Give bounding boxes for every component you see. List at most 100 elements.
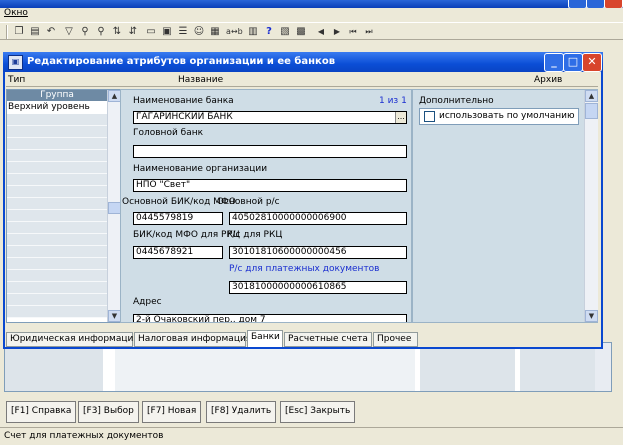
background-grid-column	[115, 343, 416, 391]
first-icon[interactable]: ⏮	[346, 25, 360, 39]
minimize-button[interactable]: _	[544, 53, 564, 72]
toolbar: ❐ ▤ ↶ ▽ ⚲ ⚲ ⇅ ⇵ ▭ ▣ ☰ ☺ ▦ a↔b ▥ ? ▧ ▩ ◀ …	[0, 22, 623, 40]
list-item	[7, 306, 107, 318]
main-account-field[interactable]: 40502810000000006900	[229, 212, 407, 225]
dialog-app-icon: ▣	[8, 55, 23, 70]
list-item	[7, 186, 107, 198]
background-grid	[4, 342, 612, 392]
status-text: Счет для платежных документов	[4, 431, 164, 441]
list-item	[7, 282, 107, 294]
background-grid-column	[420, 343, 516, 391]
tab-tax[interactable]: Налоговая информация	[134, 332, 251, 347]
list-item	[7, 150, 107, 162]
list-item	[7, 222, 107, 234]
bik-field[interactable]: 0445579819	[133, 212, 223, 225]
help-button[interactable]: [F1] Справка	[6, 401, 77, 423]
export-icon[interactable]: ▧	[278, 25, 292, 39]
search-folder-icon[interactable]: ▣	[160, 25, 174, 39]
group-list-header: Группа	[7, 90, 107, 101]
open-folder-icon[interactable]: ▭	[144, 25, 158, 39]
app-title-bar	[0, 0, 623, 8]
additional-scrollbar[interactable]: ▲ ▼	[584, 90, 598, 322]
column-header: Тип Название Архив	[6, 74, 598, 87]
background-grid-column	[5, 343, 104, 391]
column-name[interactable]: Название	[178, 75, 223, 85]
filter-icon[interactable]: ▽	[62, 25, 76, 39]
rkc-account-field[interactable]: 30101810600000000456	[229, 246, 407, 259]
bank-name-label: Наименование банка	[133, 96, 234, 106]
undo-icon[interactable]: ↶	[44, 25, 58, 39]
help-icon[interactable]: ?	[262, 25, 276, 39]
column-archive[interactable]: Архив	[534, 75, 562, 85]
find-icon[interactable]: ⚲	[78, 25, 92, 39]
address-label: Адрес	[133, 297, 162, 307]
table-icon[interactable]: ▦	[208, 25, 222, 39]
dialog-title: Редактирование атрибутов организации и е…	[27, 56, 336, 67]
tab-banks[interactable]: Банки	[247, 330, 283, 347]
additional-label: Дополнительно	[419, 96, 494, 106]
scroll-thumb[interactable]	[585, 103, 598, 119]
toolbar-separator	[6, 25, 8, 39]
head-bank-label: Головной банк	[133, 128, 204, 138]
dialog-title-bar[interactable]: ▣ Редактирование атрибутов организации и…	[3, 52, 603, 72]
list-item	[7, 138, 107, 150]
paste-icon[interactable]: ▤	[28, 25, 42, 39]
main-account-label: Основной р/с	[217, 197, 280, 207]
org-name-label: Наименование организации	[133, 164, 268, 174]
scroll-up-icon[interactable]: ▲	[585, 90, 598, 102]
scroll-down-icon[interactable]: ▼	[585, 310, 598, 322]
group-list-item[interactable]: Верхний уровень	[7, 102, 108, 113]
tab-other[interactable]: Прочее	[373, 332, 418, 347]
column-type[interactable]: Тип	[8, 75, 25, 85]
delete-button[interactable]: [F8] Удалить	[206, 401, 277, 423]
list-icon[interactable]: ☰	[176, 25, 190, 39]
sort-desc-icon[interactable]: ⇵	[126, 25, 140, 39]
maximize-button[interactable]: □	[563, 53, 583, 72]
grid-icon[interactable]: ▩	[294, 25, 308, 39]
rkc-bik-field[interactable]: 0445678921	[133, 246, 223, 259]
sort-asc-icon[interactable]: ⇅	[110, 25, 124, 39]
close-button[interactable]: ✕	[582, 53, 602, 72]
calculator-icon[interactable]: ▥	[246, 25, 260, 39]
function-key-bar: [F1] Справка [F3] Выбор [F7] Новая [F8] …	[4, 401, 612, 423]
smiley-icon[interactable]: ☺	[192, 25, 206, 39]
list-item	[7, 210, 107, 222]
list-item	[7, 258, 107, 270]
record-counter: 1 из 1	[379, 96, 407, 106]
next-icon[interactable]: ▶	[330, 25, 344, 39]
address-field[interactable]: 2-й Очаковский пер., дом 7	[133, 314, 407, 322]
head-bank-field[interactable]	[133, 145, 407, 158]
status-bar: Счет для платежных документов	[0, 427, 623, 445]
bank-name-field[interactable]: ГАГАРИНСКИЙ БАНК	[133, 111, 407, 124]
list-item	[7, 198, 107, 210]
group-list[interactable]: Группа Верхний уровень ▲ ▼	[6, 89, 121, 323]
group-list-scrollbar[interactable]: ▲ ▼	[107, 90, 121, 322]
tab-accounts[interactable]: Расчетные счета	[284, 332, 372, 347]
close-dialog-button[interactable]: [Esc] Закрыть	[280, 401, 356, 423]
app-close-button[interactable]	[604, 0, 623, 8]
ellipsis-button[interactable]: ...	[395, 112, 406, 123]
replace-icon[interactable]: a↔b	[226, 25, 243, 39]
list-item	[7, 162, 107, 174]
background-grid-column	[520, 343, 596, 391]
menu-window[interactable]: Окно	[4, 8, 28, 18]
new-button[interactable]: [F7] Новая	[142, 401, 202, 423]
prev-icon[interactable]: ◀	[314, 25, 328, 39]
rkc-bik-label: БИК/код МФО для РКЦ	[133, 230, 240, 240]
use-default-checkbox[interactable]	[424, 111, 435, 122]
rkc-account-label: Р/с для РКЦ	[227, 230, 283, 240]
app-maximize-button[interactable]	[586, 0, 605, 8]
select-button[interactable]: [F3] Выбор	[78, 401, 139, 423]
menubar: Окно	[0, 8, 623, 20]
background-scrollbar[interactable]	[595, 343, 611, 391]
copy-icon[interactable]: ❐	[12, 25, 26, 39]
tab-bar: Юридическая информация Налоговая информа…	[6, 330, 598, 347]
last-icon[interactable]: ⏭	[362, 25, 376, 39]
tab-legal[interactable]: Юридическая информация	[6, 332, 139, 347]
list-item	[7, 294, 107, 306]
org-name-field[interactable]: НПО "Свет"	[133, 179, 407, 192]
payment-docs-field[interactable]: 30181000000000610865	[229, 281, 407, 294]
find-next-icon[interactable]: ⚲	[94, 25, 108, 39]
app-minimize-button[interactable]	[568, 0, 587, 8]
list-item	[7, 114, 107, 126]
